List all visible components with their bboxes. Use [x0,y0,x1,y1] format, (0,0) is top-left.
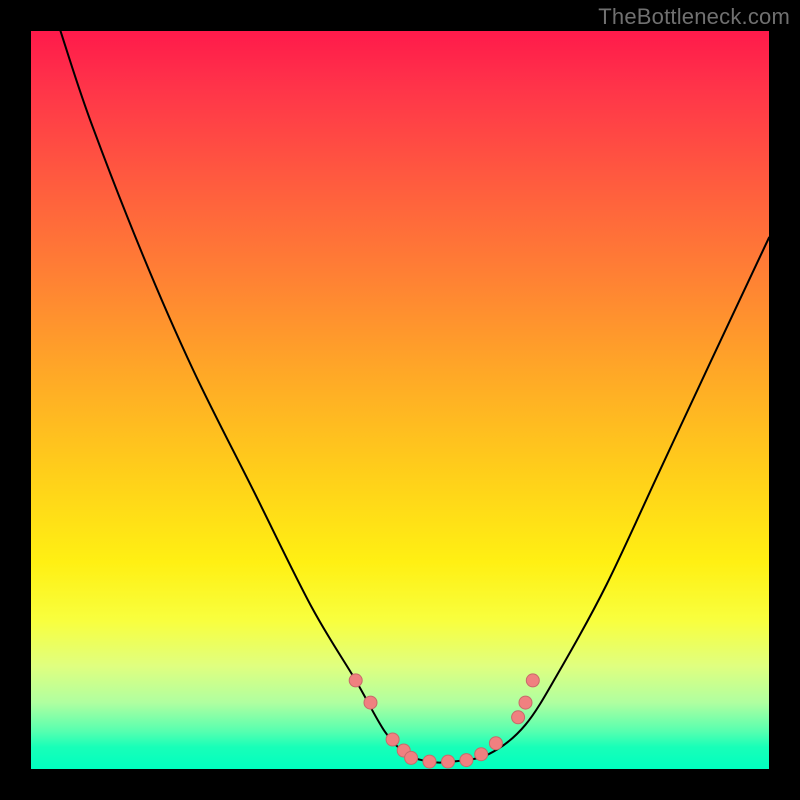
curve-marker [386,733,399,746]
curve-marker [519,696,532,709]
watermark-text: TheBottleneck.com [598,4,790,30]
chart-frame: TheBottleneck.com [0,0,800,800]
curve-marker [460,754,473,767]
curve-marker [526,674,539,687]
curve-marker [512,711,525,724]
curve-marker [423,755,436,768]
curve-layer [31,31,769,769]
plot-area [31,31,769,769]
curve-marker [405,751,418,764]
curve-marker [475,748,488,761]
bottleneck-curve [61,31,770,763]
curve-marker [442,755,455,768]
curve-marker [349,674,362,687]
curve-marker [364,696,377,709]
curve-marker [489,737,502,750]
